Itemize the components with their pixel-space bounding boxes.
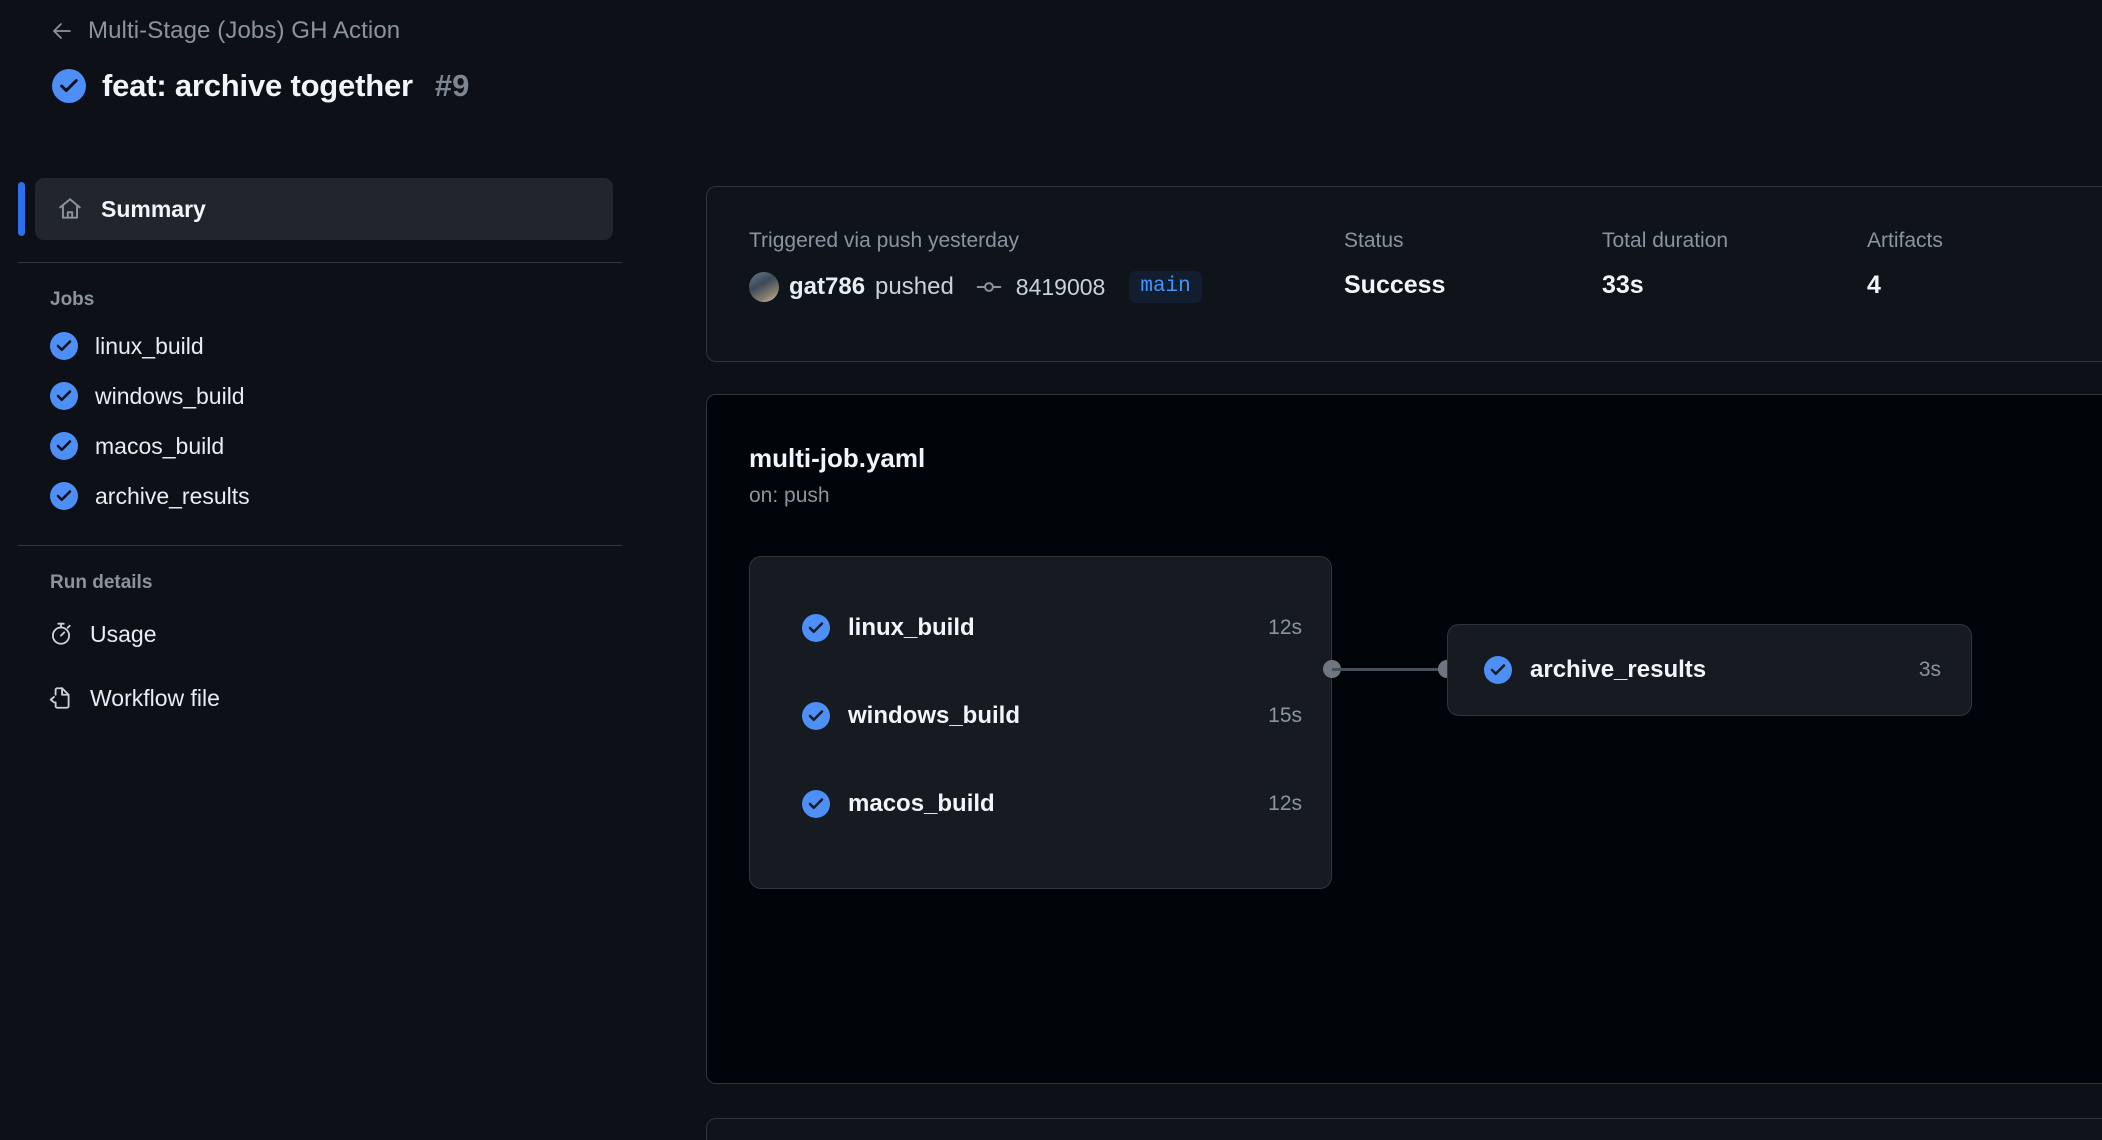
- workflow-graph-card: multi-job.yaml on: push linux_build 12s: [706, 394, 2102, 1084]
- success-check-icon: [50, 382, 78, 410]
- graph-job-macos_build[interactable]: macos_build 12s: [802, 790, 1302, 818]
- graph-job-label: linux_build: [848, 614, 975, 641]
- sidebar-item-workflow-file-label: Workflow file: [90, 684, 220, 711]
- breadcrumb-workflow-name[interactable]: Multi-Stage (Jobs) GH Action: [88, 17, 400, 45]
- sidebar-job-label: macos_build: [95, 432, 225, 459]
- sidebar: Summary Jobs linux_build windows_build m…: [0, 178, 640, 730]
- duration-value: 33s: [1602, 271, 1644, 299]
- graph-job-linux_build[interactable]: linux_build 12s: [802, 614, 1302, 642]
- sidebar-run-details-list: Usage Workflow file: [0, 602, 640, 730]
- status-column: Status Success: [1344, 229, 1602, 361]
- triggered-column: Triggered via push yesterday gat786 push…: [749, 229, 1344, 361]
- success-check-icon: [50, 432, 78, 460]
- workflow-trigger: on: push: [749, 484, 830, 507]
- success-check-icon: [1484, 656, 1512, 684]
- artifacts-value: 4: [1867, 271, 1881, 299]
- file-code-icon: [48, 685, 74, 711]
- success-check-icon: [50, 332, 78, 360]
- home-icon: [57, 196, 83, 222]
- breadcrumb[interactable]: Multi-Stage (Jobs) GH Action: [50, 14, 2102, 48]
- sidebar-jobs-heading: Jobs: [50, 289, 95, 310]
- duration-label: Total duration: [1602, 229, 1729, 252]
- main-content: Triggered via push yesterday gat786 push…: [706, 186, 2102, 1084]
- arrow-left-icon[interactable]: [50, 19, 74, 43]
- sidebar-jobs-list: linux_build windows_build macos_build ar…: [0, 321, 640, 521]
- active-indicator-bar: [18, 182, 25, 236]
- sidebar-run-details-heading: Run details: [50, 572, 153, 593]
- success-check-icon: [802, 702, 830, 730]
- sidebar-job-label: windows_build: [95, 382, 245, 409]
- graph-job-windows_build[interactable]: windows_build 15s: [802, 702, 1302, 730]
- graph-canvas[interactable]: linux_build 12s windows_build 15s macos_…: [707, 546, 2102, 966]
- graph-job-label: macos_build: [848, 790, 995, 817]
- run-title-text: feat: archive together: [102, 68, 413, 103]
- success-check-icon: [52, 69, 86, 103]
- trigger-detail-line: gat786 pushed 8419008 main: [749, 271, 1344, 303]
- commit-sha[interactable]: 8419008: [1016, 274, 1106, 301]
- status-label: Status: [1344, 229, 1404, 252]
- stopwatch-icon: [48, 621, 74, 647]
- graph-job-duration: 15s: [1268, 704, 1302, 727]
- avatar[interactable]: [749, 272, 779, 302]
- run-info-card: Triggered via push yesterday gat786 push…: [706, 186, 2102, 362]
- sidebar-item-workflow-file[interactable]: Workflow file: [48, 666, 640, 730]
- sidebar-item-archive_results[interactable]: archive_results: [50, 471, 640, 521]
- sidebar-item-macos_build[interactable]: macos_build: [50, 421, 640, 471]
- artifacts-label: Artifacts: [1867, 229, 1943, 252]
- sidebar-divider-bottom: [18, 545, 622, 546]
- next-card-partial: [706, 1118, 2102, 1140]
- graph-job-archive_results[interactable]: archive_results 3s: [1447, 624, 1972, 716]
- workflow-file-name: multi-job.yaml: [749, 443, 926, 473]
- actor-name[interactable]: gat786: [789, 273, 865, 301]
- artifacts-column: Artifacts 4: [1867, 229, 1943, 361]
- action-word: pushed: [875, 273, 954, 300]
- sidebar-job-label: archive_results: [95, 482, 250, 509]
- page-header: Multi-Stage (Jobs) GH Action feat: archi…: [0, 0, 2102, 104]
- sidebar-divider-top: [18, 262, 622, 263]
- status-value: Success: [1344, 271, 1446, 299]
- sidebar-item-summary[interactable]: Summary: [18, 178, 613, 240]
- graph-job-label: windows_build: [848, 702, 1020, 729]
- success-check-icon: [802, 790, 830, 818]
- graph-job-label: archive_results: [1530, 656, 1707, 683]
- triggered-label: Triggered via push yesterday: [749, 229, 1020, 252]
- graph-job-duration: 12s: [1268, 616, 1302, 639]
- page-title: feat: archive together #9: [52, 68, 2102, 104]
- workflow-run-page: Multi-Stage (Jobs) GH Action feat: archi…: [0, 0, 2102, 1140]
- sidebar-item-linux_build[interactable]: linux_build: [50, 321, 640, 371]
- sidebar-item-summary-label: Summary: [101, 195, 206, 222]
- git-commit-icon: [976, 274, 1002, 300]
- graph-edge: [1332, 668, 1439, 671]
- graph-job-duration: 12s: [1268, 792, 1302, 815]
- run-number: #9: [434, 68, 470, 103]
- graph-job-duration: 3s: [1918, 658, 1941, 681]
- success-check-icon: [802, 614, 830, 642]
- job-group-node: linux_build 12s windows_build 15s macos_…: [749, 556, 1332, 889]
- sidebar-item-usage-label: Usage: [90, 620, 157, 647]
- duration-column: Total duration 33s: [1602, 229, 1867, 361]
- sidebar-item-usage[interactable]: Usage: [48, 602, 640, 666]
- sidebar-job-label: linux_build: [95, 332, 204, 359]
- success-check-icon: [50, 482, 78, 510]
- sidebar-item-windows_build[interactable]: windows_build: [50, 371, 640, 421]
- branch-badge[interactable]: main: [1129, 271, 1202, 303]
